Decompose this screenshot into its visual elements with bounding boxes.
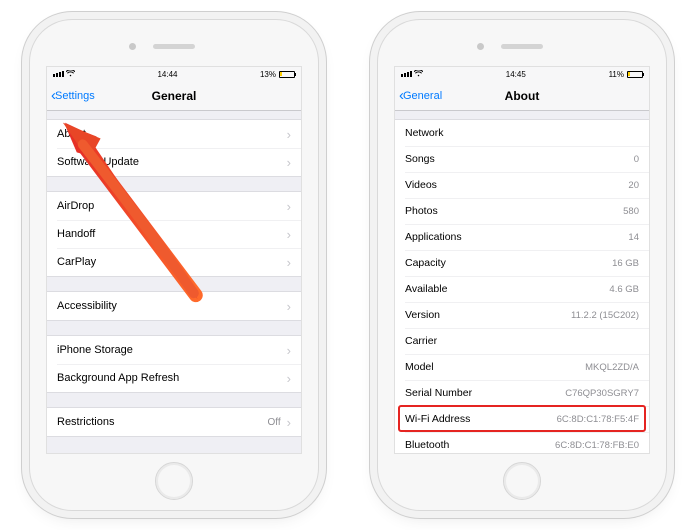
row-label: Wi-Fi Address [405, 413, 557, 425]
chevron-right-icon: › [287, 155, 291, 170]
row-label: AirDrop [57, 200, 281, 212]
battery-icon [279, 71, 295, 78]
row-value: 580 [623, 206, 639, 217]
row-value: 0 [634, 154, 639, 165]
row-photos[interactable]: Photos 580 [395, 198, 649, 224]
row-label: Accessibility [57, 300, 281, 312]
row-model[interactable]: Model MKQL2ZD/A [395, 354, 649, 380]
clock: 14:45 [506, 70, 526, 79]
row-value: 20 [628, 180, 639, 191]
row-videos[interactable]: Videos 20 [395, 172, 649, 198]
chevron-right-icon: › [287, 299, 291, 314]
battery-pct: 13% [260, 70, 276, 79]
row-label: Bluetooth [405, 439, 555, 451]
wifi-icon [414, 70, 423, 79]
chevron-right-icon: › [287, 127, 291, 142]
home-button[interactable] [503, 462, 541, 500]
row-handoff[interactable]: Handoff › [47, 220, 301, 248]
row-label: Version [405, 309, 571, 321]
row-value: 14 [628, 232, 639, 243]
content[interactable]: About › Software Update › AirDrop › Hand… [47, 111, 301, 453]
screen-left: 14:44 13% ‹ Settings General About › Sof… [46, 66, 302, 454]
row-label: Software Update [57, 156, 281, 168]
status-bar: 14:44 13% [47, 67, 301, 81]
content[interactable]: Network Songs 0 Videos 20 Photos 580 App… [395, 111, 649, 453]
row-software-update[interactable]: Software Update › [47, 148, 301, 176]
row-capacity[interactable]: Capacity 16 GB [395, 250, 649, 276]
nav-bar: ‹ Settings General [47, 81, 301, 111]
home-button[interactable] [155, 462, 193, 500]
wifi-icon [66, 70, 75, 79]
row-label: About [57, 128, 281, 140]
camera-dot [129, 43, 136, 50]
back-button[interactable]: ‹ Settings [51, 88, 95, 103]
back-label: General [403, 90, 442, 102]
row-background-app-refresh[interactable]: Background App Refresh › [47, 364, 301, 392]
row-iphone-storage[interactable]: iPhone Storage › [47, 336, 301, 364]
clock: 14:44 [157, 70, 177, 79]
signal-icon [53, 71, 64, 77]
status-bar: 14:45 11% [395, 67, 649, 81]
row-value: Off [268, 417, 281, 428]
signal-icon [401, 71, 412, 77]
chevron-right-icon: › [287, 415, 291, 430]
row-label: Handoff [57, 228, 281, 240]
speaker-slot [153, 44, 195, 49]
row-label: Background App Refresh [57, 372, 281, 384]
speaker-slot [501, 44, 543, 49]
row-serial[interactable]: Serial Number C76QP30SGRY7 [395, 380, 649, 406]
row-label: Photos [405, 205, 623, 217]
camera-dot [477, 43, 484, 50]
row-airdrop[interactable]: AirDrop › [47, 192, 301, 220]
row-value: 6C:8D:C1:78:FB:E0 [555, 440, 639, 451]
row-wifi-address[interactable]: Wi-Fi Address 6C:8D:C1:78:F5:4F [395, 406, 649, 432]
row-carplay[interactable]: CarPlay › [47, 248, 301, 276]
battery-pct: 11% [609, 70, 624, 79]
row-restrictions[interactable]: Restrictions Off › [47, 408, 301, 436]
row-value: MKQL2ZD/A [585, 362, 639, 373]
row-label: Restrictions [57, 416, 268, 428]
row-songs[interactable]: Songs 0 [395, 146, 649, 172]
row-value: 6C:8D:C1:78:F5:4F [557, 414, 639, 425]
row-applications[interactable]: Applications 14 [395, 224, 649, 250]
chevron-right-icon: › [287, 227, 291, 242]
row-label: Serial Number [405, 387, 565, 399]
battery-icon [627, 71, 643, 78]
row-value: 11.2.2 (15C202) [571, 310, 639, 321]
row-label: Songs [405, 153, 634, 165]
chevron-right-icon: › [287, 371, 291, 386]
chevron-right-icon: › [287, 343, 291, 358]
screen-right: 14:45 11% ‹ General About Network Songs [394, 66, 650, 454]
row-accessibility[interactable]: Accessibility › [47, 292, 301, 320]
row-network[interactable]: Network [395, 120, 649, 146]
row-label: iPhone Storage [57, 344, 281, 356]
row-version[interactable]: Version 11.2.2 (15C202) [395, 302, 649, 328]
row-label: Capacity [405, 257, 612, 269]
phone-right: 14:45 11% ‹ General About Network Songs [378, 20, 666, 510]
row-label: Carrier [405, 335, 639, 347]
row-about[interactable]: About › [47, 120, 301, 148]
page-title: About [505, 89, 540, 103]
row-available[interactable]: Available 4.6 GB [395, 276, 649, 302]
chevron-right-icon: › [287, 255, 291, 270]
row-label: Videos [405, 179, 628, 191]
back-label: Settings [55, 90, 95, 102]
row-label: Available [405, 283, 609, 295]
nav-bar: ‹ General About [395, 81, 649, 111]
row-carrier[interactable]: Carrier [395, 328, 649, 354]
phone-left: 14:44 13% ‹ Settings General About › Sof… [30, 20, 318, 510]
row-label: Applications [405, 231, 628, 243]
row-value: 4.6 GB [609, 284, 639, 295]
row-bluetooth[interactable]: Bluetooth 6C:8D:C1:78:FB:E0 [395, 432, 649, 453]
row-label: Model [405, 361, 585, 373]
page-title: General [152, 89, 197, 103]
row-value: C76QP30SGRY7 [565, 388, 639, 399]
row-label: CarPlay [57, 256, 281, 268]
row-label: Network [405, 127, 639, 139]
row-value: 16 GB [612, 258, 639, 269]
back-button[interactable]: ‹ General [399, 88, 442, 103]
chevron-right-icon: › [287, 199, 291, 214]
